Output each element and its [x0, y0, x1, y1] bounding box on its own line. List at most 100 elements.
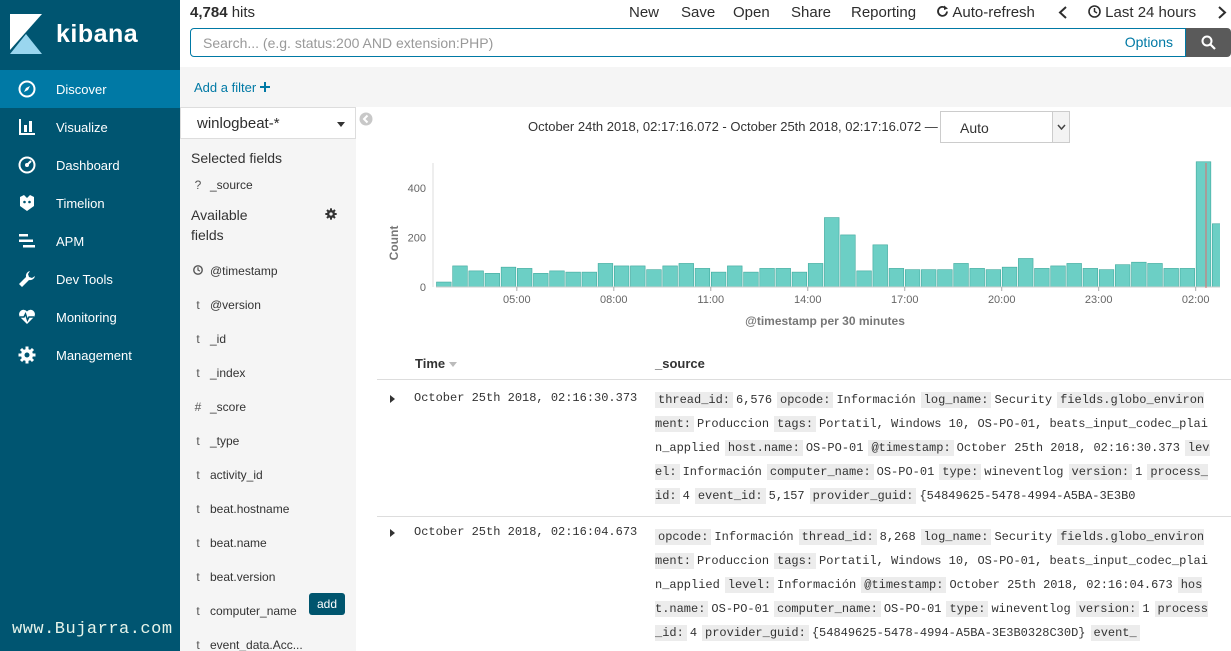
time-back-button[interactable] — [1058, 6, 1068, 23]
histogram-bar[interactable] — [1050, 265, 1066, 288]
histogram-bar[interactable] — [484, 273, 500, 288]
add-field-button[interactable]: add — [309, 593, 346, 615]
histogram-bar[interactable] — [597, 263, 614, 288]
nav-item-monitoring[interactable]: Monitoring — [0, 298, 180, 336]
search-button[interactable] — [1186, 28, 1231, 57]
field-item-version[interactable]: t @version — [180, 290, 356, 320]
histogram-bar[interactable] — [904, 269, 921, 288]
histogram-bar[interactable] — [824, 217, 840, 288]
new-button[interactable]: New — [629, 4, 659, 21]
field-item-computer-name[interactable]: t computer_name add — [180, 590, 356, 622]
time-picker-button[interactable]: Last 24 hours — [1088, 4, 1196, 21]
histogram-bar[interactable] — [1066, 263, 1082, 288]
histogram-bar[interactable] — [565, 271, 581, 288]
histogram-bar[interactable] — [969, 268, 985, 288]
histogram-bar[interactable] — [549, 270, 565, 288]
histogram-bar[interactable] — [743, 271, 759, 288]
field-sidebar: winlogbeat-* Selected fields ? _source A… — [180, 107, 356, 651]
histogram-bar[interactable] — [646, 269, 662, 288]
open-button[interactable]: Open — [733, 4, 770, 21]
histogram-bar[interactable] — [1115, 264, 1131, 288]
histogram-bar[interactable] — [436, 281, 452, 288]
reporting-button[interactable]: Reporting — [851, 4, 916, 21]
histogram-bar[interactable] — [1034, 268, 1050, 288]
kibana-logo[interactable]: kibana — [10, 12, 170, 56]
histogram-bar[interactable] — [1098, 269, 1115, 288]
nav-item-apm[interactable]: APM — [0, 222, 180, 260]
histogram-bar[interactable] — [985, 269, 1002, 288]
histogram-bar[interactable] — [775, 268, 791, 288]
index-pattern-select[interactable]: winlogbeat-* — [180, 107, 356, 139]
histogram-bar[interactable] — [937, 269, 953, 288]
field-item-event-data[interactable]: t event_data.Acc... — [180, 630, 356, 651]
nav-item-dashboard[interactable]: Dashboard — [0, 146, 180, 184]
histogram-bar[interactable] — [1195, 161, 1212, 288]
histogram-bar[interactable] — [856, 270, 872, 288]
options-link[interactable]: Options — [1125, 34, 1173, 50]
field-item-beat-version[interactable]: t beat.version — [180, 562, 356, 592]
histogram-bar[interactable] — [694, 268, 711, 288]
histogram-bar[interactable] — [630, 265, 646, 288]
expand-row-icon[interactable] — [390, 395, 395, 403]
histogram-bar[interactable] — [807, 263, 824, 288]
nav-item-discover[interactable]: Discover — [0, 70, 180, 108]
expand-row-icon[interactable] — [390, 529, 395, 537]
nav-item-visualize[interactable]: Visualize — [0, 108, 180, 146]
histogram-bar[interactable] — [613, 265, 630, 288]
histogram-bar[interactable] — [662, 265, 678, 288]
histogram-bar[interactable] — [710, 271, 727, 288]
field-item-beat-name[interactable]: t beat.name — [180, 528, 356, 558]
field-settings-gear-icon[interactable] — [325, 208, 337, 220]
histogram-bar[interactable] — [452, 265, 468, 288]
histogram-bar[interactable] — [953, 263, 969, 288]
histogram-bar[interactable] — [1179, 268, 1195, 288]
source-field-key: @timestamp: — [861, 577, 947, 593]
save-button[interactable]: Save — [681, 4, 715, 21]
histogram-bar[interactable] — [533, 273, 549, 288]
histogram-bar[interactable] — [1131, 261, 1147, 288]
histogram-bar[interactable] — [727, 265, 743, 288]
histogram-chart[interactable]: 0 200 400 05:00 08:00 11:00 14:00 17:00 20:00 23… — [380, 155, 1220, 335]
field-item-type[interactable]: t _type — [180, 426, 356, 456]
field-item-score[interactable]: # _score — [180, 392, 356, 422]
auto-refresh-button[interactable]: Auto-refresh — [936, 4, 1035, 21]
histogram-bar[interactable] — [888, 268, 905, 288]
histogram-bar[interactable] — [1082, 268, 1098, 288]
field-item-activity-id[interactable]: t activity_id — [180, 460, 356, 490]
string-type-icon: t — [196, 366, 200, 380]
histogram-bar[interactable] — [517, 268, 533, 288]
share-button[interactable]: Share — [791, 4, 831, 21]
collapse-sidebar-icon[interactable] — [359, 112, 373, 126]
histogram-bar[interactable] — [791, 271, 808, 288]
histogram-bar[interactable] — [759, 268, 775, 288]
field-item-source[interactable]: ? _source — [180, 170, 356, 200]
histogram-bar[interactable] — [840, 234, 856, 288]
time-forward-button[interactable] — [1217, 6, 1227, 23]
histogram-bar[interactable] — [921, 269, 937, 288]
histogram-bar[interactable] — [468, 270, 484, 288]
histogram-bar[interactable] — [1018, 258, 1034, 288]
interval-select[interactable]: Auto — [940, 111, 1070, 143]
time-column-header[interactable]: Time — [415, 356, 457, 371]
nav-item-timelion[interactable]: Timelion — [0, 184, 180, 222]
nav-item-label: Management — [56, 347, 132, 363]
histogram-bar[interactable] — [1212, 223, 1220, 288]
search-input[interactable]: Search... (e.g. status:200 AND extension… — [190, 28, 1186, 57]
field-item-index[interactable]: t _index — [180, 358, 356, 388]
histogram-bar[interactable] — [1001, 266, 1018, 288]
histogram-bar[interactable] — [500, 266, 517, 288]
field-item-timestamp[interactable]: @timestamp — [180, 256, 356, 286]
field-item-beat-hostname[interactable]: t beat.hostname — [180, 494, 356, 524]
field-item-id[interactable]: t _id — [180, 324, 356, 354]
histogram-bar[interactable] — [872, 244, 888, 288]
add-filter-button[interactable]: Add a filter — [194, 80, 270, 95]
field-name: beat.version — [210, 570, 276, 584]
histogram-bar[interactable] — [1163, 268, 1179, 288]
nav-item-management[interactable]: Management — [0, 336, 180, 374]
source-field-value: Produccion — [697, 417, 770, 431]
source-field-key: computer_name: — [766, 464, 874, 480]
nav-item-dev-tools[interactable]: Dev Tools — [0, 260, 180, 298]
histogram-bar[interactable] — [1147, 263, 1163, 288]
histogram-bar[interactable] — [581, 271, 597, 288]
histogram-bar[interactable] — [678, 263, 694, 288]
